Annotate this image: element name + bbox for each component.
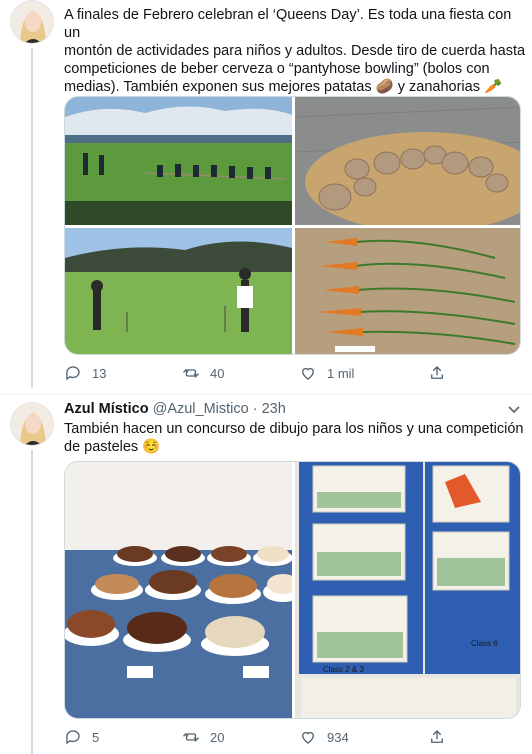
media-photo-cakes[interactable]: [65, 462, 292, 718]
tweet-actions: 5 20 934: [64, 727, 464, 747]
potato-emoji: 🥔: [375, 79, 394, 95]
heart-icon: [302, 367, 314, 380]
tweet-text: A finales de Febrero celebran el ‘Queens…: [64, 7, 526, 95]
display-name[interactable]: Azul Místico: [64, 401, 149, 417]
retweet-count: 40: [210, 365, 225, 381]
user-handle[interactable]: @Azul_Mistico: [153, 401, 249, 417]
retweet-count: 20: [210, 729, 225, 745]
share-icon: [431, 730, 443, 743]
tweet-media-grid: [64, 96, 521, 355]
media-photo-potatoes[interactable]: [295, 97, 520, 225]
media-photo-pantyhose-bowling[interactable]: [65, 228, 292, 354]
avatar[interactable]: [10, 0, 54, 44]
share-button[interactable]: [428, 363, 446, 383]
timestamp[interactable]: 23h: [262, 401, 286, 417]
heart-icon: [302, 731, 314, 744]
divider: [0, 394, 532, 395]
photo-label-class23: Class 2 & 3: [323, 665, 364, 674]
avatar[interactable]: [10, 402, 54, 446]
media-photo-drawings[interactable]: Class 6 Class 2 & 3: [295, 462, 520, 718]
retweet-button[interactable]: 20: [182, 727, 224, 747]
reply-button[interactable]: 5: [64, 727, 99, 747]
reply-count: 5: [92, 729, 100, 745]
chevron-down-icon[interactable]: [506, 399, 522, 419]
smile-emoji: ☺️: [142, 439, 161, 455]
carrot-emoji: 🥕: [484, 79, 503, 95]
share-icon: [431, 366, 443, 379]
tweet-text: También hacen un concurso de dibujo para…: [64, 421, 524, 455]
like-count: 1 mil: [327, 365, 355, 381]
share-button[interactable]: [428, 727, 446, 747]
reply-icon: [66, 366, 80, 381]
media-photo-tug-of-war[interactable]: [65, 97, 292, 225]
reply-count: 13: [92, 365, 107, 381]
tweet-actions: 13 40 1 mil: [64, 363, 464, 383]
reply-button[interactable]: 13: [64, 363, 106, 383]
tweet-header: Azul Místico @Azul_Mistico · 23h: [64, 399, 526, 419]
separator: ·: [248, 401, 262, 417]
like-button[interactable]: 1 mil: [299, 363, 354, 383]
tweet-media-grid: Class 6 Class 2 & 3: [64, 461, 521, 719]
reply-icon: [66, 730, 80, 745]
media-photo-carrots[interactable]: [295, 228, 520, 354]
retweet-icon: [183, 369, 199, 378]
thread-line: [31, 48, 33, 388]
photo-label-class6: Class 6: [471, 639, 498, 648]
retweet-button[interactable]: 40: [182, 363, 224, 383]
retweet-icon: [183, 733, 199, 742]
thread-line: [31, 450, 33, 754]
like-count: 934: [327, 729, 349, 745]
like-button[interactable]: 934: [299, 727, 349, 747]
